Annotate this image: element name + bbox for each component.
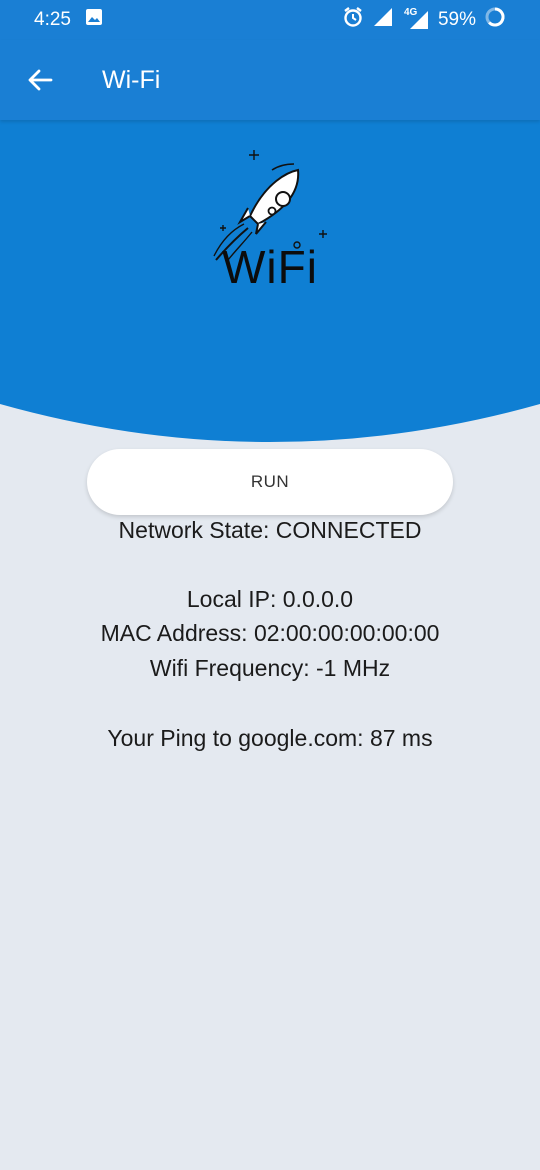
mac-address-text: MAC Address: 02:00:00:00:00:00 (100, 620, 440, 646)
ping-result-text: Your Ping to google.com: 87 ms (107, 725, 433, 751)
network-type-badge: 4G (403, 7, 418, 18)
logo-text: WiFi (222, 241, 318, 293)
network-state-text: Network State: CONNECTED (118, 517, 422, 543)
wifi-frequency-text: Wifi Frequency: -1 MHz (149, 655, 391, 681)
arrow-left-icon (28, 69, 53, 91)
battery-percent: 59% (437, 9, 476, 30)
status-bar: 4:25 4G 59% (0, 0, 540, 40)
local-ip-text: Local IP: 0.0.0.0 (186, 586, 354, 612)
battery-icon (484, 6, 506, 34)
status-right: 4G 59% (342, 6, 506, 34)
page-title: Wi-Fi (102, 65, 161, 94)
signal-icon (372, 6, 394, 34)
image-icon (85, 8, 103, 32)
back-button[interactable] (0, 40, 80, 120)
run-button[interactable]: RUN (87, 449, 453, 515)
app-bar: Wi-Fi (0, 40, 540, 120)
alarm-icon (342, 6, 364, 34)
status-time: 4:25 (34, 9, 71, 30)
status-left: 4:25 (34, 8, 103, 32)
app-logo: WiFi (200, 142, 340, 302)
signal-4g-icon: 4G (402, 7, 430, 31)
hero-banner: WiFi (0, 120, 540, 450)
